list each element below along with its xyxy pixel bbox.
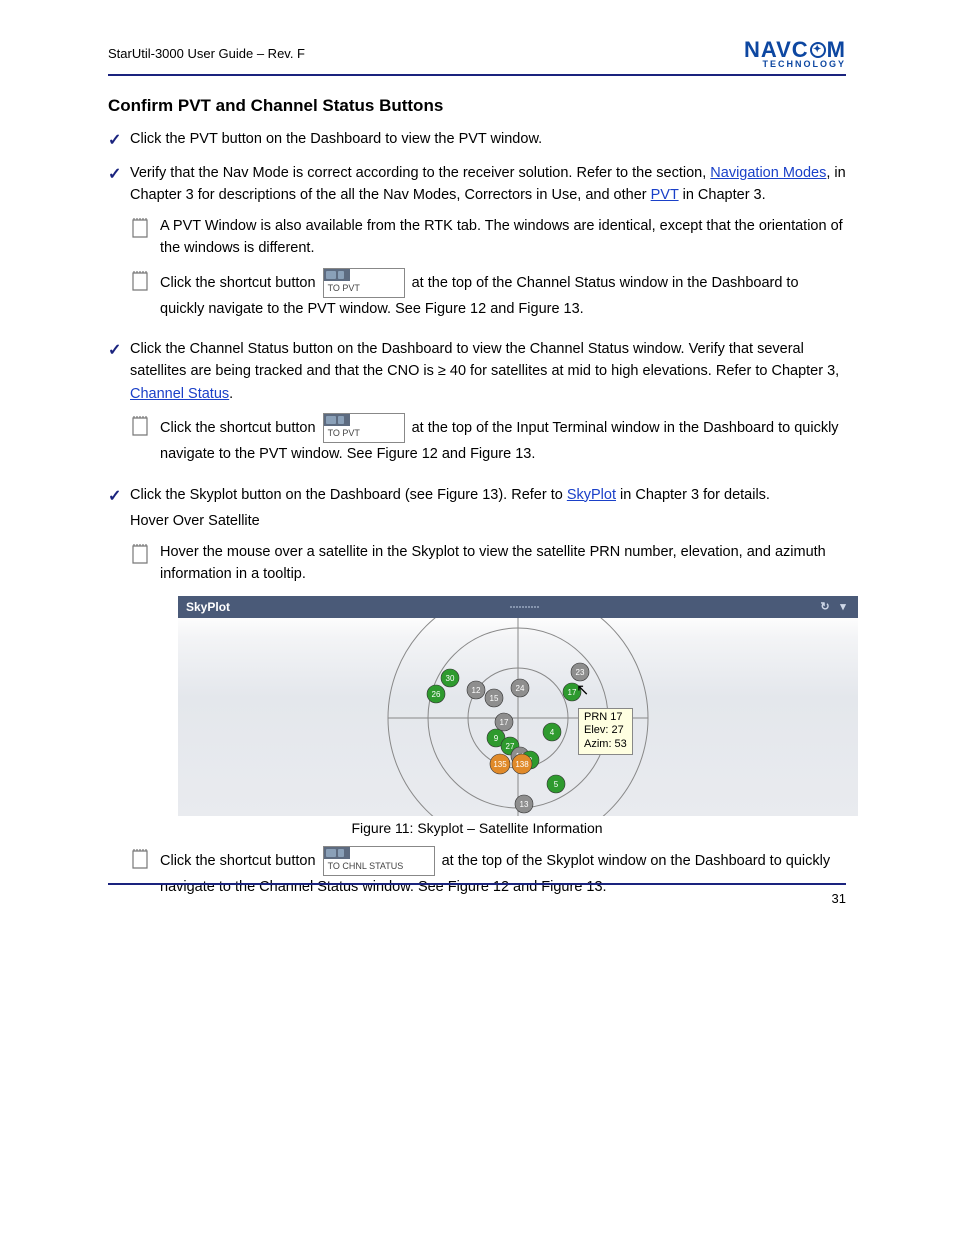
satellite-marker[interactable]: 23 [571, 663, 589, 681]
satellite-marker[interactable]: 5 [547, 775, 565, 793]
satellite-tooltip: PRN 17 Elev: 27 Azim: 53 [578, 708, 633, 755]
skyplot-canvas[interactable]: 30261215242317174927142135138513 ↖ PRN 1… [178, 618, 858, 816]
svg-text:13: 13 [520, 800, 529, 809]
section-title: Confirm PVT and Channel Status Buttons [108, 96, 846, 116]
skyplot-titlebar[interactable]: SkyPlot ↻ ▾ [178, 596, 858, 618]
logo: NAVC ✦ M TECHNOLOGY [744, 40, 846, 68]
figure-caption: Figure 11: Skyplot – Satellite Informati… [108, 820, 846, 836]
svg-text:138: 138 [515, 760, 529, 769]
svg-text:15: 15 [490, 694, 499, 703]
logo-subtext: TECHNOLOGY [762, 60, 846, 68]
note-text: Click the shortcut button TO PVT at the … [160, 413, 846, 465]
svg-text:24: 24 [516, 684, 525, 693]
satellite-marker[interactable]: 17 [563, 683, 581, 701]
svg-text:17: 17 [500, 718, 509, 727]
svg-text:30: 30 [446, 674, 455, 683]
satellite-marker[interactable]: 24 [511, 679, 529, 697]
svg-text:9: 9 [494, 734, 499, 743]
notepad-icon [130, 848, 156, 877]
notepad-icon [130, 415, 156, 444]
skyplot-title: SkyPlot [186, 600, 230, 614]
satellite-marker[interactable]: 15 [485, 689, 503, 707]
note-item: Click the shortcut button TO PVT at the … [130, 413, 846, 465]
satellite-marker[interactable]: 4 [543, 723, 561, 741]
header-title: StarUtil-3000 User Guide – Rev. F [108, 46, 305, 61]
compass-icon: ✦ [810, 42, 826, 58]
check-text: Click the Channel Status button on the D… [130, 338, 846, 405]
check-item: ✓ Click the Channel Status button on the… [108, 338, 846, 405]
logo-text-right: M [827, 40, 846, 60]
satellite-marker[interactable]: 135 [490, 754, 510, 774]
checkmark-icon: ✓ [108, 339, 130, 364]
note-text: Hover the mouse over a satellite in the … [160, 541, 846, 586]
notepad-icon [130, 270, 156, 299]
note-item: A PVT Window is also available from the … [130, 215, 846, 260]
svg-text:135: 135 [493, 760, 507, 769]
notepad-icon [130, 217, 156, 246]
to-pvt-shortcut-chip: TO PVT [323, 413, 405, 443]
svg-text:12: 12 [472, 686, 481, 695]
svg-text:17: 17 [568, 688, 577, 697]
checkmark-icon: ✓ [108, 163, 130, 188]
svg-text:26: 26 [432, 690, 441, 699]
svg-text:23: 23 [576, 668, 585, 677]
check-item: ✓ Click the Skyplot button on the Dashbo… [108, 484, 846, 533]
satellite-marker[interactable]: 17 [495, 713, 513, 731]
check-text: Click the Skyplot button on the Dashboar… [130, 484, 846, 533]
to-pvt-shortcut-chip: TO PVT [323, 268, 405, 298]
link-channel-status[interactable]: Channel Status [130, 386, 229, 402]
note-item: Hover the mouse over a satellite in the … [130, 541, 846, 586]
notepad-icon [130, 543, 156, 572]
check-item: ✓ Click the PVT button on the Dashboard … [108, 128, 846, 154]
note-item: Click the shortcut button TO PVT at the … [130, 268, 846, 320]
check-item: ✓ Verify that the Nav Mode is correct ac… [108, 162, 846, 207]
satellite-marker[interactable]: 12 [467, 681, 485, 699]
satellite-marker[interactable]: 30 [441, 669, 459, 687]
link-pvt[interactable]: PVT [651, 187, 679, 203]
to-chnl-status-shortcut-chip: TO CHNL STATUS [323, 846, 435, 876]
check-text: Click the PVT button on the Dashboard to… [130, 128, 846, 150]
note-text: Click the shortcut button TO PVT at the … [160, 268, 846, 320]
svg-text:5: 5 [554, 780, 559, 789]
checkmark-icon: ✓ [108, 485, 130, 510]
satellite-marker[interactable]: 13 [515, 795, 533, 813]
refresh-icon[interactable]: ↻ [818, 600, 832, 614]
page-header: StarUtil-3000 User Guide – Rev. F NAVC ✦… [108, 40, 846, 76]
satellite-marker[interactable]: 26 [427, 685, 445, 703]
chevron-down-icon[interactable]: ▾ [836, 600, 850, 614]
satellite-marker[interactable]: 138 [512, 754, 532, 774]
link-navigation-modes[interactable]: Navigation Modes [710, 165, 826, 181]
svg-text:4: 4 [550, 728, 555, 737]
logo-text-left: NAVC [744, 40, 809, 60]
link-skyplot[interactable]: SkyPlot [567, 487, 616, 503]
check-text: Verify that the Nav Mode is correct acco… [130, 162, 846, 207]
page-footer: 31 [108, 883, 846, 906]
note-text: A PVT Window is also available from the … [160, 215, 846, 260]
grip-icon[interactable] [510, 606, 539, 608]
skyplot-panel: SkyPlot ↻ ▾ 3026121524231717492714 [178, 596, 858, 816]
page-number: 31 [832, 891, 846, 906]
checkmark-icon: ✓ [108, 129, 130, 154]
